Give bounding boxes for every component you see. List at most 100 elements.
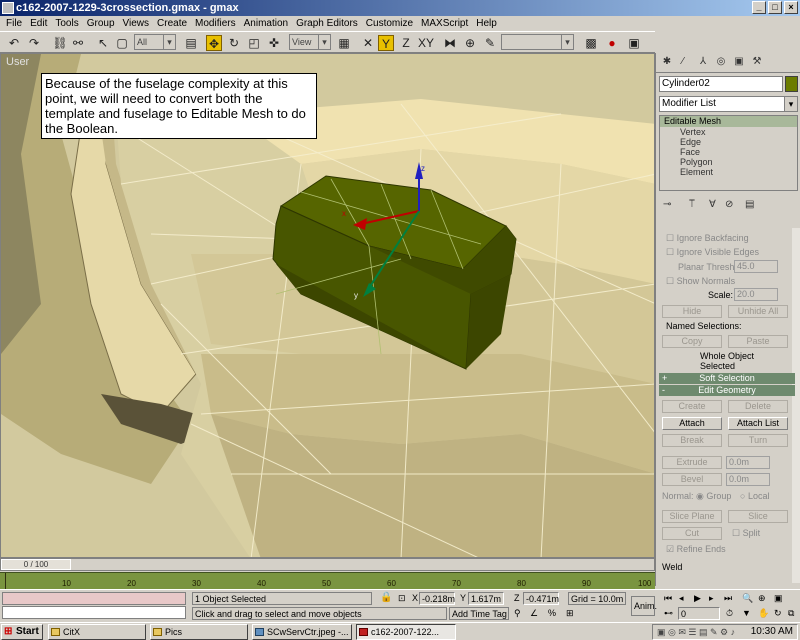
attach-button[interactable]: Attach: [662, 417, 722, 430]
zoom-icon[interactable]: 🔍: [740, 592, 753, 605]
bevel-spinner[interactable]: 0.0m: [726, 473, 770, 486]
quick-render-icon[interactable]: ▣: [626, 35, 642, 51]
show-normals-checkbox[interactable]: ☐ Show Normals: [666, 276, 735, 287]
utilities-tab-icon[interactable]: ⚒: [750, 55, 764, 69]
local-radio[interactable]: ○ Local: [740, 491, 769, 501]
maxscript-listener-input[interactable]: [2, 606, 186, 619]
spinner-snap-icon[interactable]: ⊞: [564, 607, 578, 620]
pin-stack-icon[interactable]: ⊸: [663, 199, 671, 210]
select-object-icon[interactable]: ↖: [95, 35, 111, 51]
taskbar-item-citx[interactable]: CitX: [48, 624, 146, 640]
maximize-button[interactable]: □: [768, 1, 782, 14]
cut-button[interactable]: Cut: [662, 527, 722, 540]
menu-animation[interactable]: Animation: [240, 16, 292, 31]
remove-modifier-icon[interactable]: ⊘: [725, 199, 733, 210]
key-mode-icon[interactable]: ⊷: [662, 607, 674, 620]
animate-button[interactable]: Anim.: [631, 596, 657, 616]
motion-tab-icon[interactable]: ◎: [714, 55, 728, 69]
unlink-icon[interactable]: ⚯: [70, 35, 86, 51]
percent-snap-icon[interactable]: %: [546, 607, 560, 620]
slice-button[interactable]: Slice: [728, 510, 788, 523]
menu-file[interactable]: File: [2, 16, 26, 31]
field-of-view-icon[interactable]: ▼: [740, 607, 752, 620]
restrict-xy-icon[interactable]: XY: [418, 35, 434, 51]
ignore-visible-edges-checkbox[interactable]: ☐ Ignore Visible Edges: [666, 247, 759, 258]
perspective-viewport[interactable]: User Because of the fuselage complexity …: [0, 53, 655, 558]
zoom-extents-icon[interactable]: ▣: [772, 592, 784, 605]
menu-modifiers[interactable]: Modifiers: [191, 16, 240, 31]
x-coordinate-field[interactable]: -0.218m: [419, 592, 455, 605]
slice-plane-button[interactable]: Slice Plane: [662, 510, 722, 523]
object-name-field[interactable]: Cylinder02: [659, 76, 783, 92]
unhide-all-button[interactable]: Unhide All: [728, 305, 788, 318]
maxscript-listener-output[interactable]: [2, 592, 186, 605]
taskbar-item-image-viewer[interactable]: SCwServCtr.jpeg -...: [252, 624, 352, 640]
play-icon[interactable]: ▶: [692, 592, 704, 605]
menu-graph-editors[interactable]: Graph Editors: [292, 16, 362, 31]
add-time-tag-button[interactable]: Add Time Tag: [449, 607, 509, 620]
show-end-result-icon[interactable]: ⟙: [689, 199, 695, 210]
menu-customize[interactable]: Customize: [362, 16, 417, 31]
pan-icon[interactable]: ✋: [756, 607, 769, 620]
delete-button[interactable]: Delete: [728, 400, 788, 413]
menu-group[interactable]: Group: [83, 16, 119, 31]
select-and-rotate-icon[interactable]: ↻: [226, 35, 242, 51]
close-button[interactable]: ×: [784, 1, 798, 14]
modifier-list-dropdown[interactable]: Modifier List: [659, 96, 798, 112]
stack-item-face[interactable]: Face: [660, 147, 797, 157]
hide-button[interactable]: Hide: [662, 305, 722, 318]
use-pivot-icon[interactable]: ✜: [266, 35, 282, 51]
next-frame-icon[interactable]: ▸: [707, 592, 719, 605]
time-slider[interactable]: 0 / 100: [1, 559, 71, 570]
absolute-mode-icon[interactable]: ⊡: [396, 592, 410, 605]
selection-filter-dropdown[interactable]: All: [134, 34, 176, 50]
tray-icons[interactable]: ▣ ◎ ✉ ☰ ▤ ✎ ⚙ ♪: [657, 627, 735, 638]
menu-edit[interactable]: Edit: [26, 16, 51, 31]
stack-item-vertex[interactable]: Vertex: [660, 127, 797, 137]
undo-icon[interactable]: ↶: [6, 35, 22, 51]
make-unique-icon[interactable]: ∀: [709, 199, 716, 210]
menu-create[interactable]: Create: [153, 16, 191, 31]
arc-rotate-icon[interactable]: ↻: [772, 607, 784, 620]
maximize-viewport-icon[interactable]: ⧉: [786, 607, 798, 620]
select-by-name-icon[interactable]: ▤: [183, 35, 199, 51]
copy-button[interactable]: Copy: [662, 335, 722, 348]
viewport-label[interactable]: User: [6, 56, 29, 68]
bevel-button[interactable]: Bevel: [662, 473, 722, 486]
start-button[interactable]: Start: [1, 624, 43, 640]
time-configuration-icon[interactable]: ⏱: [724, 607, 736, 620]
render-icon[interactable]: ●: [604, 35, 620, 51]
menu-help[interactable]: Help: [472, 16, 501, 31]
create-tab-icon[interactable]: ✱: [660, 55, 674, 69]
configure-modifier-sets-icon[interactable]: ▤: [745, 199, 754, 210]
command-panel-scrollbar[interactable]: [792, 228, 800, 583]
soft-selection-rollout-header[interactable]: + Soft Selection: [659, 373, 795, 384]
ignore-backfacing-checkbox[interactable]: ☐ Ignore Backfacing: [666, 233, 749, 244]
object-color-swatch[interactable]: [785, 76, 798, 92]
stack-item-polygon[interactable]: Polygon: [660, 157, 797, 167]
split-checkbox[interactable]: ☐ Split: [732, 528, 760, 539]
menu-tools[interactable]: Tools: [51, 16, 82, 31]
go-to-end-icon[interactable]: ⏭: [722, 592, 734, 605]
hierarchy-tab-icon[interactable]: ⅄: [696, 55, 710, 69]
y-coordinate-field[interactable]: 1.617m: [468, 592, 504, 605]
attach-list-button[interactable]: Attach List: [728, 417, 788, 430]
modify-tab-icon[interactable]: ⁄: [676, 55, 690, 69]
reference-coordinate-dropdown[interactable]: View: [289, 34, 331, 50]
angle-snap-icon[interactable]: ∠: [528, 607, 542, 620]
track-bar[interactable]: 10 20 30 40 50 60 70 80 90 100: [0, 572, 655, 590]
menu-maxscript[interactable]: MAXScript: [417, 16, 472, 31]
snap-icon[interactable]: ✎: [482, 35, 498, 51]
stack-item-edge[interactable]: Edge: [660, 137, 797, 147]
z-coordinate-field[interactable]: -0.471m: [523, 592, 559, 605]
taskbar-item-gmax[interactable]: c162-2007-122...: [356, 624, 456, 640]
go-to-start-icon[interactable]: ⏮: [662, 592, 674, 605]
named-selection-dropdown[interactable]: [501, 34, 574, 50]
menu-views[interactable]: Views: [119, 16, 154, 31]
restrict-x-icon[interactable]: ✕: [360, 35, 376, 51]
create-button[interactable]: Create: [662, 400, 722, 413]
display-tab-icon[interactable]: ▣: [732, 55, 746, 69]
restrict-z-icon[interactable]: Z: [398, 35, 414, 51]
snaps-toggle-icon[interactable]: ⚲: [512, 607, 526, 620]
refine-ends-checkbox[interactable]: ☑ Refine Ends: [666, 544, 726, 555]
